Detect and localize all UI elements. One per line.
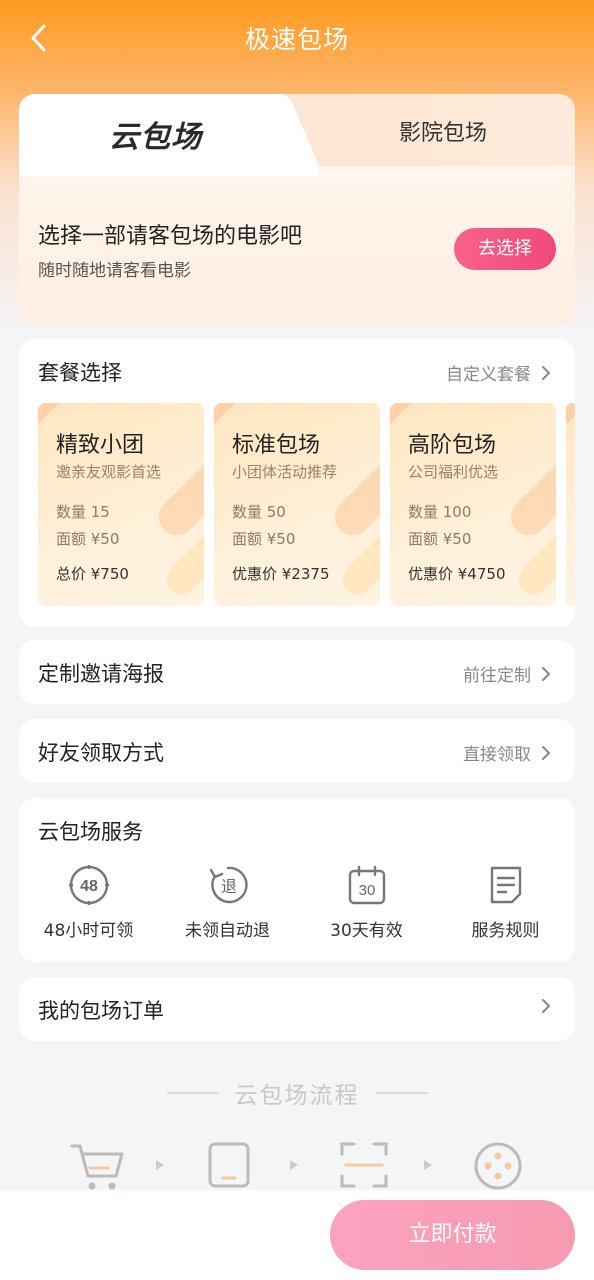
service-label: 48小时可领: [43, 921, 134, 941]
custom-package-label: 自定义套餐: [446, 365, 531, 385]
package-name: 精致小团: [56, 433, 145, 458]
decor-stripe: [503, 439, 556, 543]
poster-row[interactable]: 定制邀请海报 前往定制: [19, 640, 575, 704]
claim-method-row[interactable]: 好友领取方式 直接领取: [19, 719, 575, 783]
my-orders-row[interactable]: 我的包场订单: [19, 977, 575, 1041]
chevron-right-icon: [542, 745, 550, 760]
page: 极速包场 云包场 影院包场 选择一部请客包场的电影吧 随时随地请客看电影 去选择…: [0, 0, 594, 1280]
navbar: 极速包场: [0, 0, 594, 78]
my-orders-arrow[interactable]: [541, 998, 551, 1014]
service-title: 云包场服务: [38, 820, 143, 844]
select-movie-button[interactable]: 去选择: [454, 228, 556, 270]
claim-title: 好友领取方式: [38, 741, 164, 765]
package-qty: 数量 100: [408, 503, 472, 521]
my-orders-title: 我的包场订单: [38, 999, 164, 1023]
decor-stripe: [566, 403, 575, 437]
package-desc: 小团体活动推荐: [232, 463, 338, 481]
package-item-partial[interactable]: [566, 403, 575, 606]
package-item[interactable]: 精致小团 邀亲友观影首选 数量 15 面额 ¥50 总价 ¥750: [38, 403, 204, 606]
package-face-value: 面额 ¥50: [56, 530, 120, 548]
calendar-30-icon: 30: [348, 865, 385, 905]
clock-48-icon-text: 48: [80, 878, 98, 895]
scan-icon: [340, 1142, 388, 1188]
claim-link[interactable]: 直接领取: [463, 740, 551, 765]
decor-stripe: [151, 439, 204, 543]
hero-title: 选择一部请客包场的电影吧: [38, 224, 303, 249]
arrow-right-icon: [156, 1160, 164, 1170]
package-card: 套餐选择 自定义套餐 精致小团 邀亲友观影首选 数量 15 面额 ¥50 总价 …: [19, 339, 575, 627]
package-desc: 公司福利优选: [408, 463, 499, 481]
process-header: 云包场流程: [0, 1076, 594, 1110]
chevron-right-icon: [542, 999, 550, 1013]
calendar-30-icon-text: 30: [358, 882, 375, 899]
package-price: 优惠价 ¥2375: [232, 565, 330, 583]
hero-tabs: 云包场 影院包场: [19, 94, 575, 176]
package-price: 优惠价 ¥4750: [408, 565, 506, 583]
package-item[interactable]: 标准包场 小团体活动推荐 数量 50 面额 ¥50 优惠价 ¥2375: [214, 403, 380, 606]
package-qty: 数量 15: [56, 503, 110, 521]
custom-package-link[interactable]: 自定义套餐: [446, 360, 551, 385]
claim-link-label: 直接领取: [463, 745, 531, 765]
service-item[interactable]: 退 未领自动退: [158, 864, 297, 941]
service-grid: 48 48小时可领 退 未领自动退 30 30天有效 服务规则: [19, 864, 575, 941]
poster-link[interactable]: 前往定制: [463, 661, 551, 686]
divider: [166, 1092, 219, 1094]
package-desc: 邀亲友观影首选: [56, 463, 162, 481]
poster-link-label: 前往定制: [463, 666, 531, 686]
service-item[interactable]: 48 48小时可领: [19, 864, 158, 941]
decor-stripe: [327, 439, 380, 543]
pay-now-button[interactable]: 立即付款: [330, 1200, 575, 1270]
poster-title: 定制邀请海报: [38, 662, 164, 686]
arrow-right-icon: [290, 1160, 298, 1170]
service-item[interactable]: 服务规则: [436, 864, 575, 941]
package-face-value: 面额 ¥50: [408, 530, 472, 548]
chevron-right-icon: [542, 666, 550, 681]
hero-subtitle: 随时随地请客看电影: [38, 261, 191, 281]
hero-card: 云包场 影院包场 选择一部请客包场的电影吧 随时随地请客看电影 去选择: [19, 94, 575, 326]
service-label: 30天有效: [330, 921, 403, 941]
package-item[interactable]: 高阶包场 公司福利优选 数量 100 面额 ¥50 优惠价 ¥4750: [390, 403, 556, 606]
package-name: 高阶包场: [408, 433, 497, 458]
page-title: 极速包场: [244, 25, 349, 54]
service-card: 云包场服务 48 48小时可领 退 未领自动退 30 30天有效 服务规则: [19, 798, 575, 962]
tab-cinema-booking-label[interactable]: 影院包场: [399, 115, 487, 147]
divider: [375, 1092, 428, 1094]
process-title: 云包场流程: [234, 1083, 360, 1109]
refund-icon-text: 退: [220, 877, 236, 896]
package-face-value: 面额 ¥50: [232, 530, 296, 548]
tab-cloud-booking[interactable]: 云包场: [109, 112, 202, 156]
service-label: 未领自动退: [185, 921, 270, 941]
process-steps: [70, 1142, 522, 1190]
service-item[interactable]: 30 30天有效: [297, 864, 436, 941]
package-section-title: 套餐选择: [38, 361, 122, 385]
cart-icon: [70, 1144, 124, 1190]
film-reel-icon: [474, 1142, 522, 1190]
document-rules-icon: [490, 866, 521, 904]
package-name: 标准包场: [232, 433, 321, 458]
phone-icon: [208, 1142, 250, 1188]
refund-icon: 退: [209, 866, 248, 904]
service-label: 服务规则: [471, 921, 540, 941]
clock-48-icon: 48: [68, 865, 109, 905]
hero-body: 选择一部请客包场的电影吧 随时随地请客看电影 去选择: [19, 176, 575, 326]
arrow-right-icon: [424, 1160, 432, 1170]
package-price: 总价 ¥750: [56, 565, 129, 583]
chevron-right-icon: [542, 365, 550, 380]
package-list: 精致小团 邀亲友观影首选 数量 15 面额 ¥50 总价 ¥750 标准包场 小…: [38, 403, 575, 606]
package-qty: 数量 50: [232, 503, 286, 521]
